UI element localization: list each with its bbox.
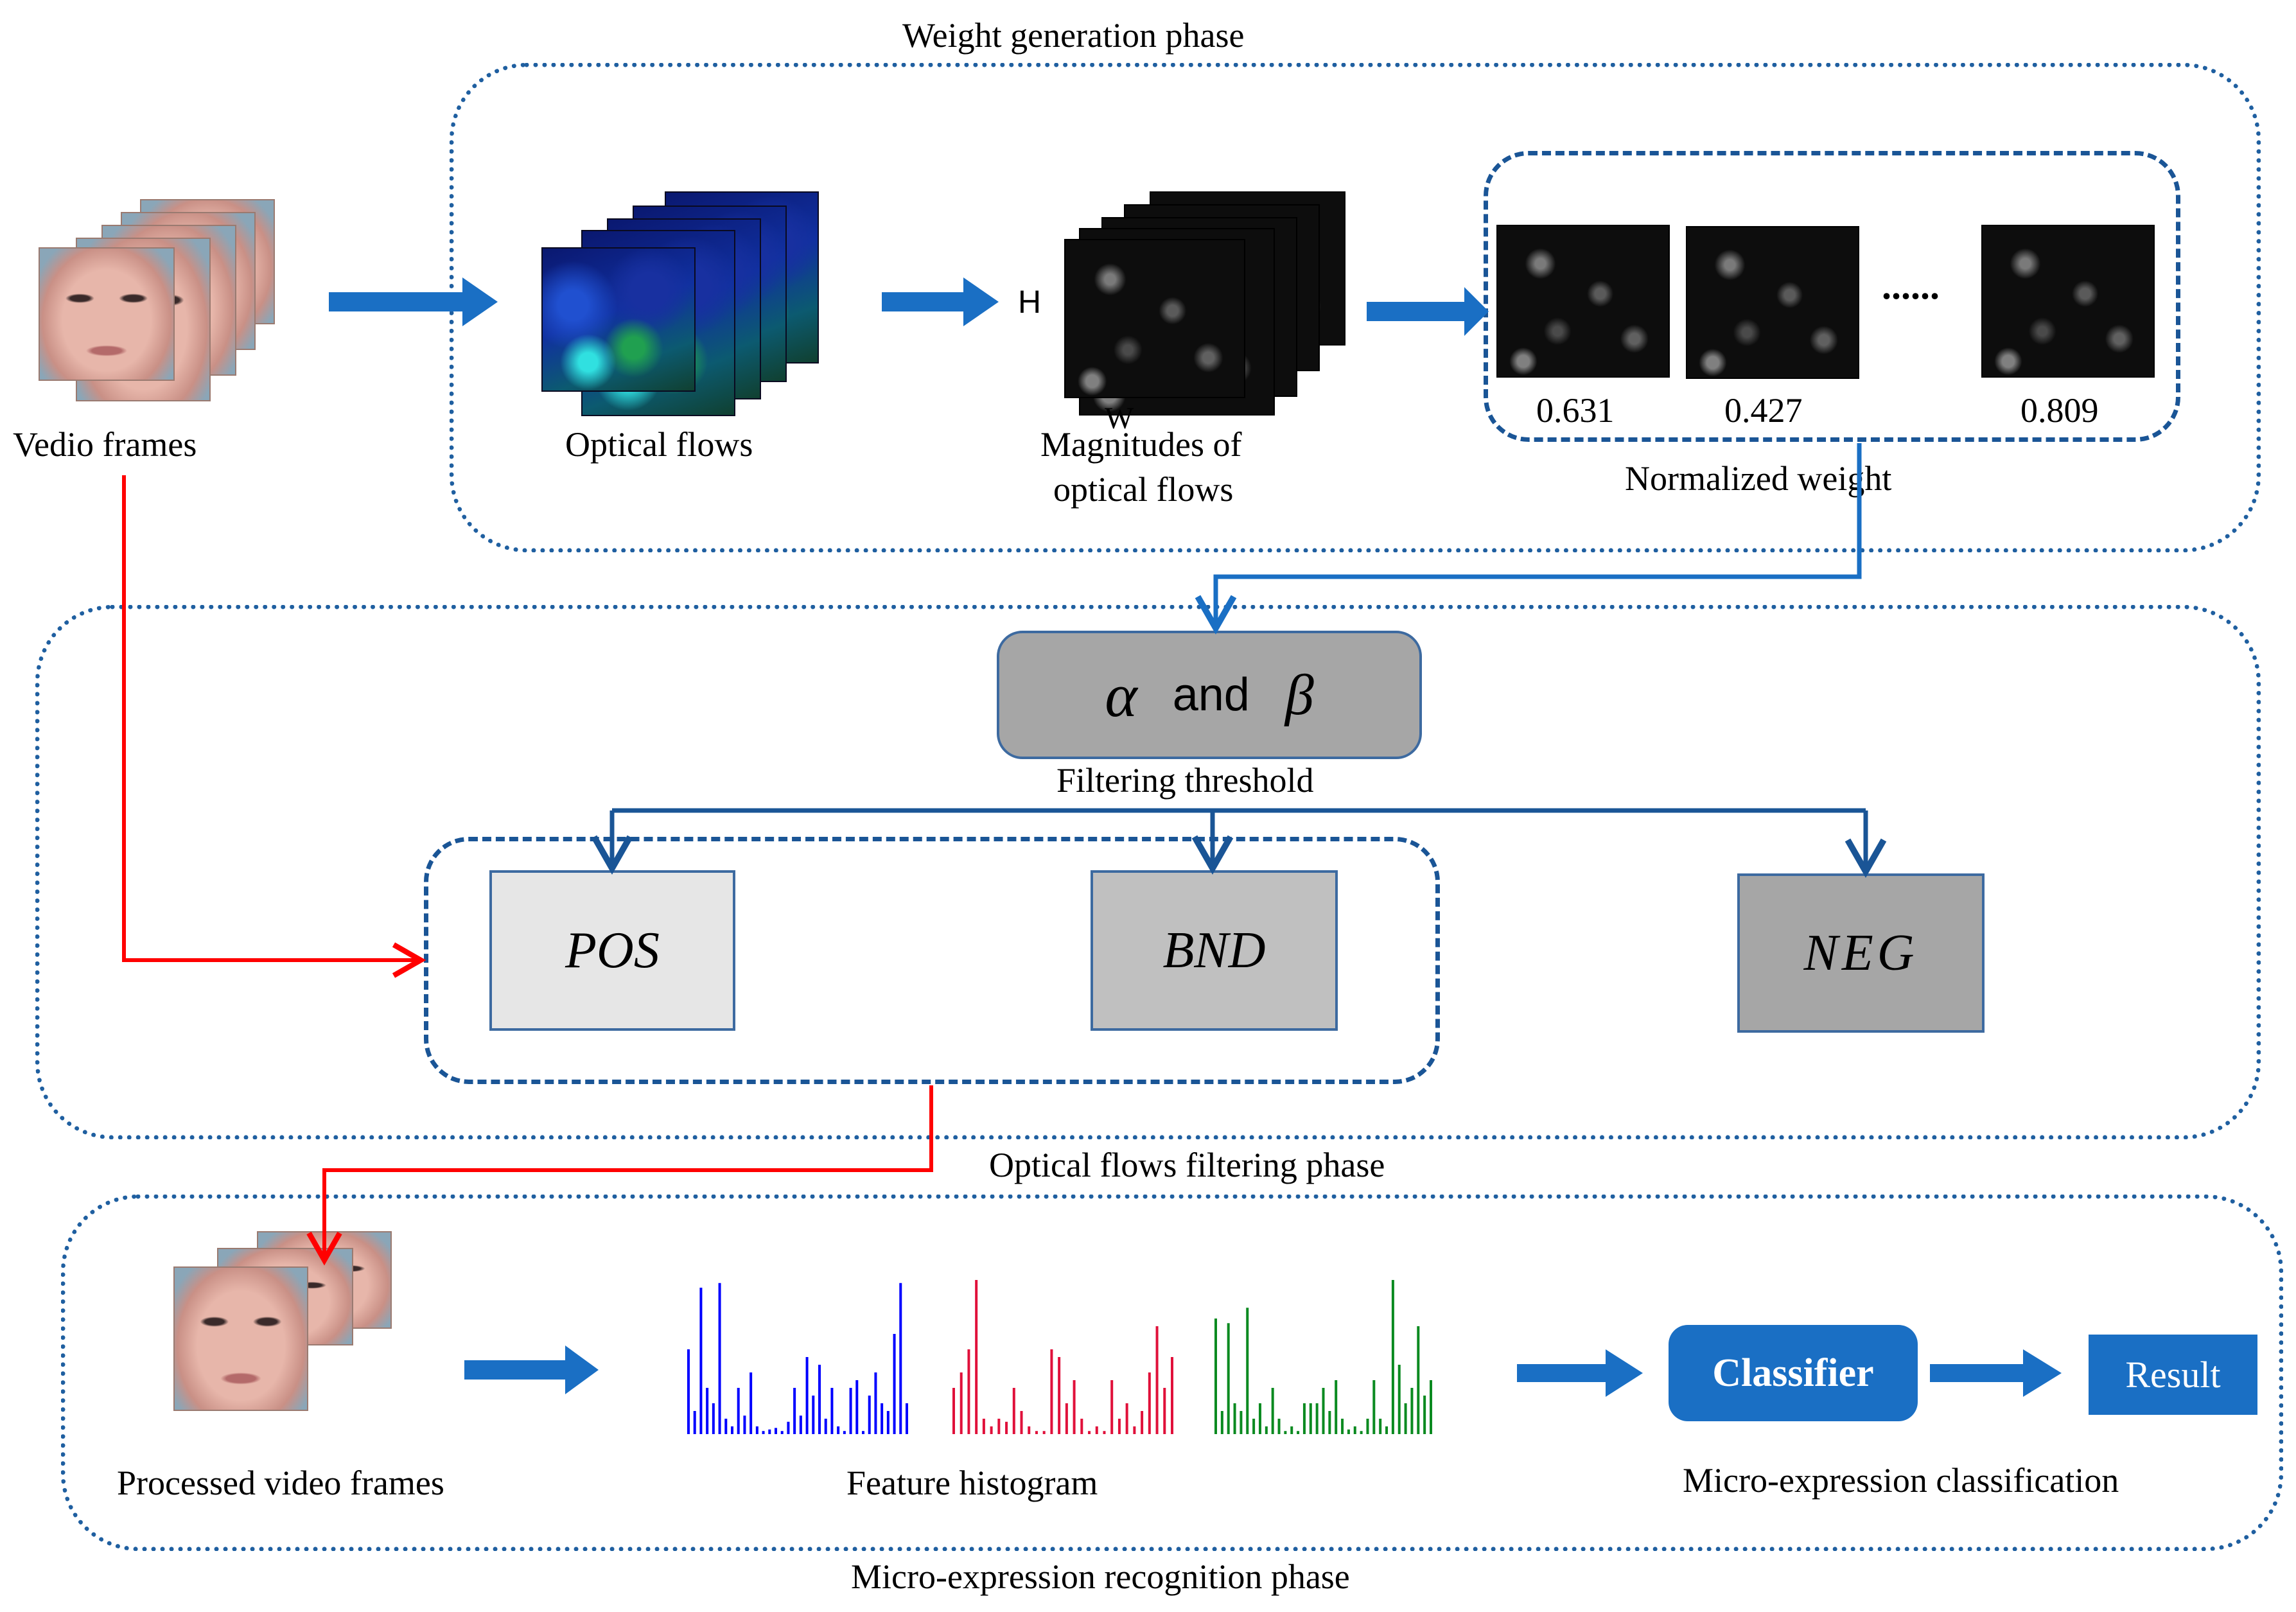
connector-frames-to-filter — [122, 475, 426, 978]
block-arrow-histogram-to-classifier — [1517, 1349, 1643, 1397]
connector-filter-to-processed — [306, 1085, 933, 1266]
connector-weight-to-threshold — [1195, 443, 1862, 635]
block-arrow-frames-to-histogram — [464, 1345, 599, 1394]
connectors-layer — [122, 277, 2062, 1397]
block-arrow-classifier-to-result — [1930, 1349, 2062, 1397]
block-arrow-magnitudes-to-weights — [1367, 287, 1489, 336]
block-arrow-flows-to-magnitudes — [882, 277, 999, 326]
block-arrow-frames-to-flows — [329, 277, 498, 326]
